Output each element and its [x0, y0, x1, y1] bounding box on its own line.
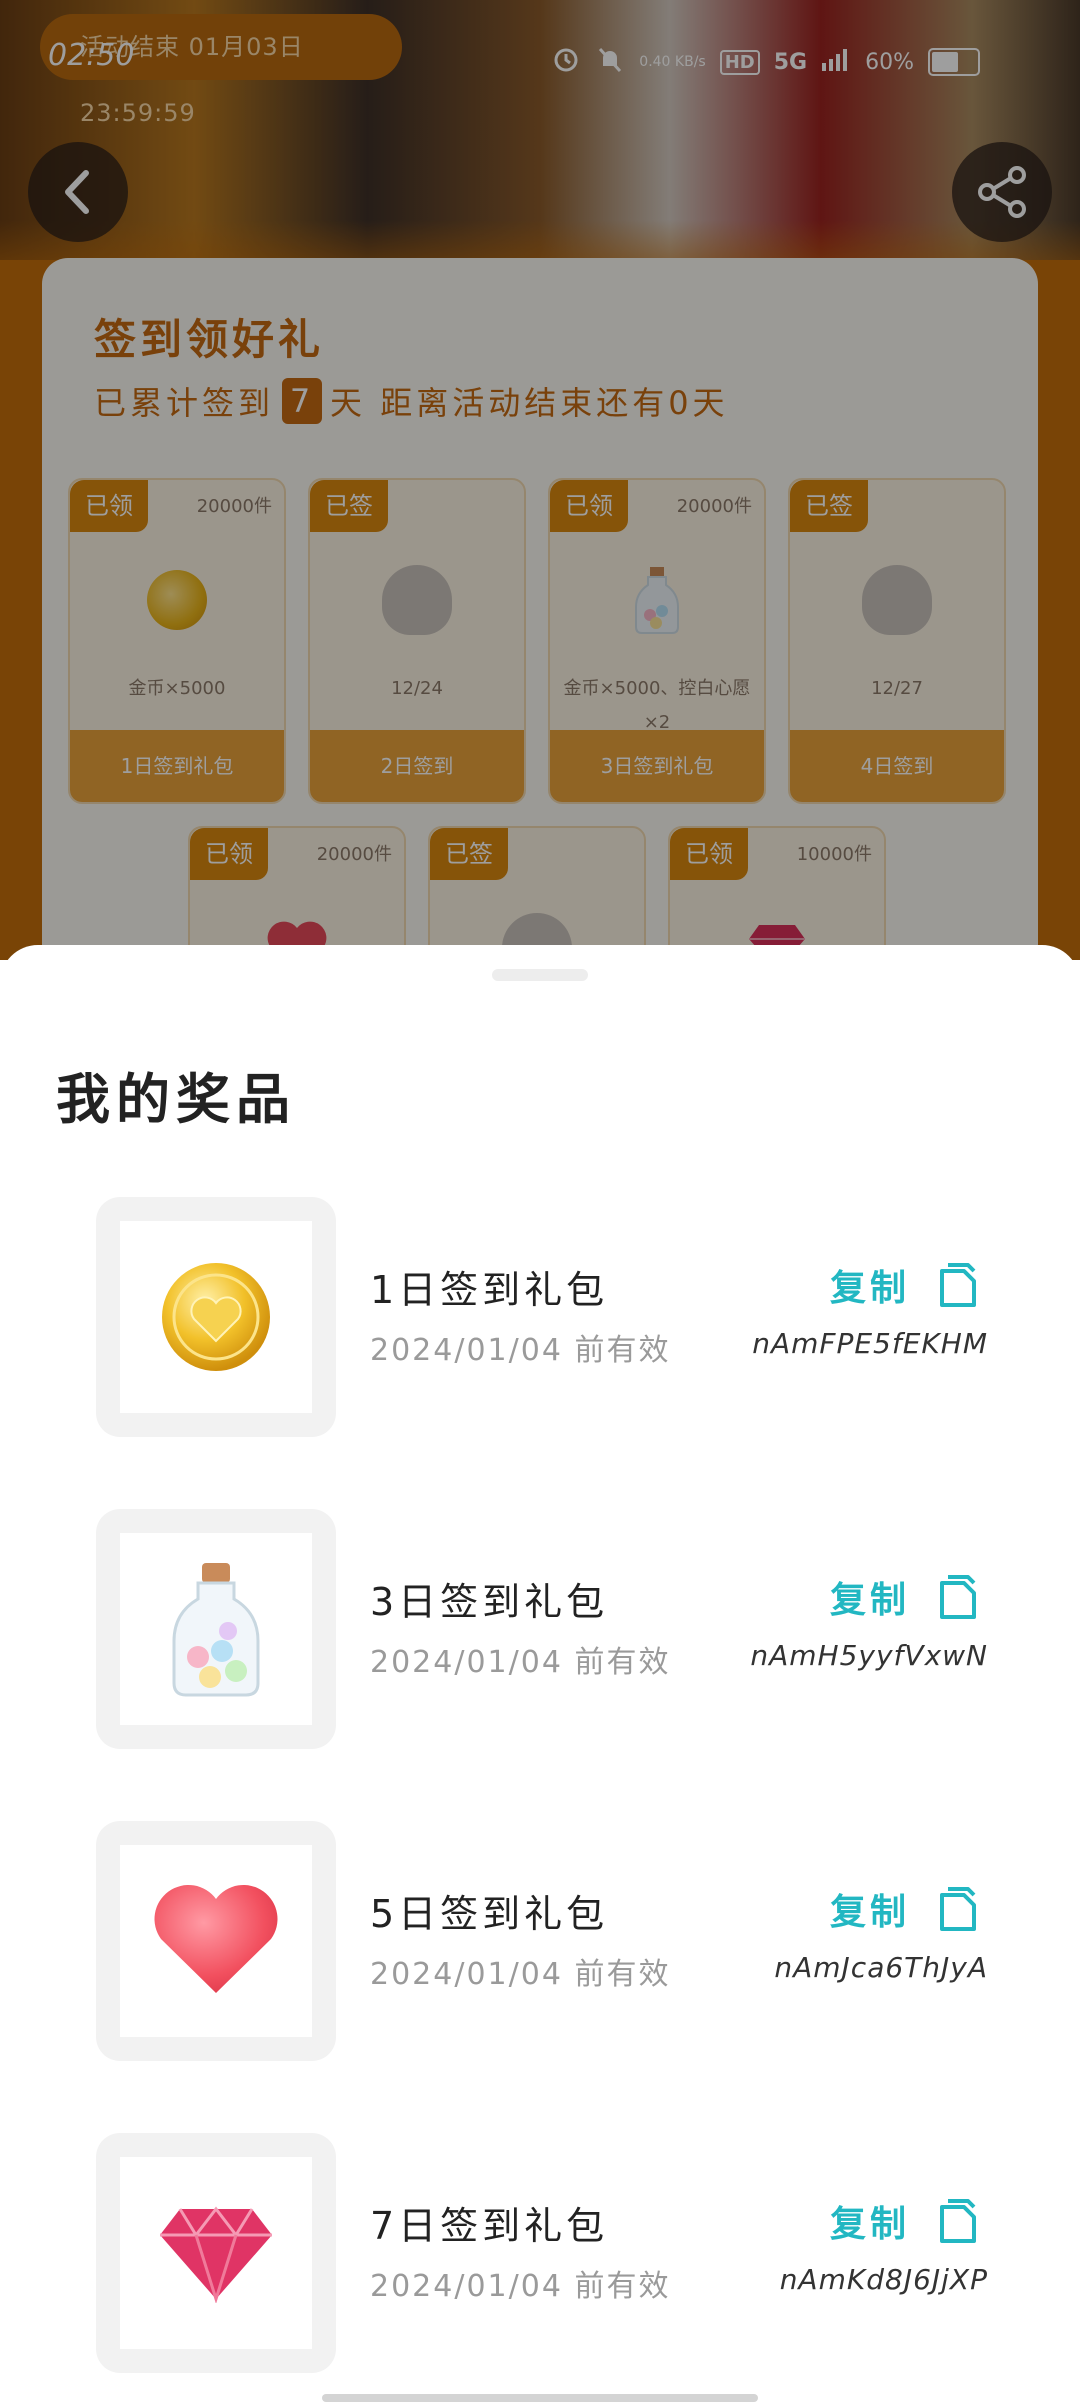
my-prizes-sheet: 我的奖品 1日签到礼包 2024/01/04 前有效 复制 nAmFPE5fEK…: [0, 945, 1080, 2408]
redeem-code: nAmH5yyfVxwN: [750, 1639, 988, 1672]
sheet-title: 我的奖品: [56, 1068, 296, 1131]
prize-thumbnail: [96, 1197, 336, 1437]
prize-valid-date: 2024/01/04 前有效: [370, 1957, 671, 1992]
home-indicator[interactable]: [322, 2394, 758, 2402]
prize-row: 3日签到礼包 2024/01/04 前有效 复制 nAmH5yyfVxwN: [96, 1509, 996, 1749]
copy-icon: [940, 1575, 976, 1619]
copy-icon: [940, 2199, 976, 2243]
pink-heart-icon: [154, 1885, 278, 1993]
prize-thumbnail: [96, 2133, 336, 2373]
copy-button[interactable]: 复制: [830, 1883, 978, 1935]
copy-label: 复制: [829, 1580, 910, 1621]
redeem-code: nAmFPE5fEKHM: [752, 1327, 988, 1360]
prize-name: 7日签到礼包: [370, 2204, 609, 2248]
pink-diamond-icon: [160, 2206, 272, 2303]
prize-row: 7日签到礼包 2024/01/04 前有效 复制 nAmKd8J6JjXP: [96, 2133, 996, 2373]
copy-button[interactable]: 复制: [830, 2195, 978, 2247]
copy-button[interactable]: 复制: [830, 1259, 978, 1311]
sheet-drag-handle[interactable]: [492, 969, 588, 981]
prize-valid-date: 2024/01/04 前有效: [370, 1645, 671, 1680]
prize-name: 3日签到礼包: [370, 1580, 609, 1624]
redeem-code: nAmKd8J6JjXP: [779, 2263, 988, 2296]
copy-icon: [940, 1887, 976, 1931]
copy-button[interactable]: 复制: [830, 1571, 978, 1623]
prize-valid-date: 2024/01/04 前有效: [370, 1333, 671, 1368]
wish-bottle-icon: [172, 1563, 260, 1697]
prize-thumbnail: [96, 1821, 336, 2061]
prize-valid-date: 2024/01/04 前有效: [370, 2269, 671, 2304]
prize-row: 1日签到礼包 2024/01/04 前有效 复制 nAmFPE5fEKHM: [96, 1197, 996, 1437]
prize-name: 5日签到礼包: [370, 1892, 609, 1936]
redeem-code: nAmJca6ThJyA: [774, 1951, 988, 1984]
prize-row: 5日签到礼包 2024/01/04 前有效 复制 nAmJca6ThJyA: [96, 1821, 996, 2061]
modal-scrim[interactable]: [0, 0, 1080, 960]
gold-coin-heart-icon: [162, 1263, 270, 1371]
copy-icon: [940, 1263, 976, 1307]
copy-label: 复制: [829, 1892, 910, 1933]
copy-label: 复制: [829, 1268, 910, 1309]
prize-name: 1日签到礼包: [370, 1268, 609, 1312]
copy-label: 复制: [829, 2204, 910, 2245]
prize-thumbnail: [96, 1509, 336, 1749]
